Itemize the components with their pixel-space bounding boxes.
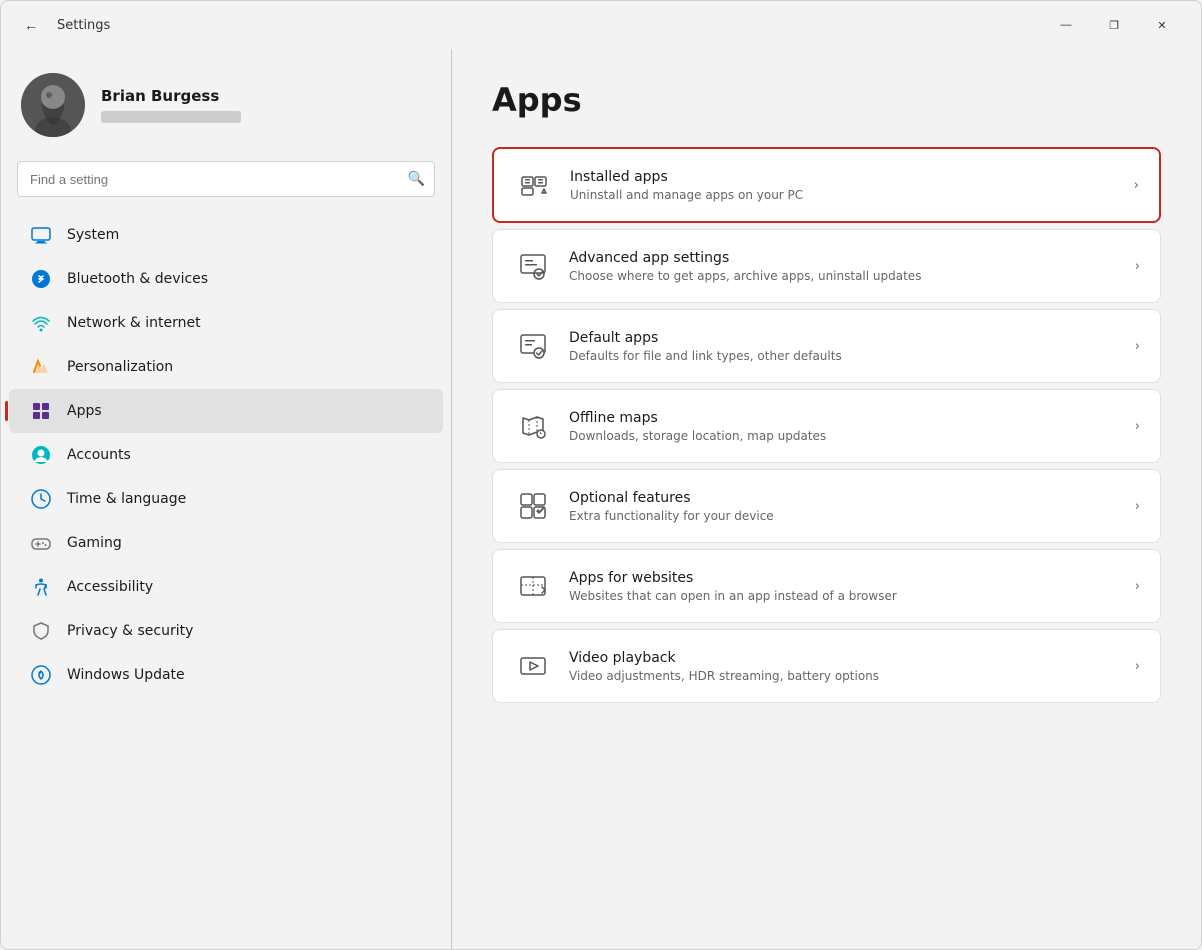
avatar [21, 73, 85, 137]
maximize-button[interactable]: ❐ [1091, 9, 1137, 41]
sidebar-label-privacy: Privacy & security [67, 623, 423, 639]
installed-apps-chevron: › [1134, 178, 1139, 193]
optional-features-title: Optional features [569, 490, 1127, 506]
user-profile: Brian Burgess [1, 57, 451, 161]
optional-features-subtitle: Extra functionality for your device [569, 509, 1127, 523]
sidebar-item-bluetooth[interactable]: Bluetooth & devices [9, 257, 443, 301]
sidebar: Brian Burgess 🔍 System [1, 49, 451, 949]
privacy-icon [29, 619, 53, 643]
update-icon [29, 663, 53, 687]
installed-apps-subtitle: Uninstall and manage apps on your PC [570, 188, 1126, 202]
offline-maps-icon [513, 406, 553, 446]
title-bar: ← Settings — ❐ ✕ [1, 1, 1201, 49]
system-icon [29, 223, 53, 247]
default-apps-title: Default apps [569, 330, 1127, 346]
avatar-image [21, 73, 85, 137]
default-apps-text: Default apps Defaults for file and link … [569, 330, 1127, 363]
video-playback-icon [513, 646, 553, 686]
sidebar-item-accessibility[interactable]: Accessibility [9, 565, 443, 609]
apps-icon [29, 399, 53, 423]
sidebar-label-gaming: Gaming [67, 535, 423, 551]
user-subtitle [101, 111, 241, 123]
installed-apps-text: Installed apps Uninstall and manage apps… [570, 169, 1126, 202]
main-layout: Brian Burgess 🔍 System [1, 49, 1201, 949]
back-button[interactable]: ← [17, 11, 45, 39]
close-button[interactable]: ✕ [1139, 9, 1185, 41]
offline-maps-title: Offline maps [569, 410, 1127, 426]
sidebar-item-gaming[interactable]: Gaming [9, 521, 443, 565]
sidebar-item-time[interactable]: Time & language [9, 477, 443, 521]
settings-window: ← Settings — ❐ ✕ [0, 0, 1202, 950]
advanced-app-settings-subtitle: Choose where to get apps, archive apps, … [569, 269, 1127, 283]
default-apps-card[interactable]: Default apps Defaults for file and link … [492, 309, 1161, 383]
personalization-icon [29, 355, 53, 379]
sidebar-label-apps: Apps [67, 403, 423, 419]
sidebar-item-apps[interactable]: Apps [9, 389, 443, 433]
sidebar-label-personalization: Personalization [67, 359, 423, 375]
video-playback-title: Video playback [569, 650, 1127, 666]
sidebar-item-privacy[interactable]: Privacy & security [9, 609, 443, 653]
content-area: Apps [452, 49, 1201, 949]
title-bar-left: ← Settings [17, 11, 1043, 39]
gaming-icon [29, 531, 53, 555]
sidebar-item-personalization[interactable]: Personalization [9, 345, 443, 389]
video-playback-subtitle: Video adjustments, HDR streaming, batter… [569, 669, 1127, 683]
accounts-icon [29, 443, 53, 467]
optional-features-text: Optional features Extra functionality fo… [569, 490, 1127, 523]
offline-maps-card[interactable]: Offline maps Downloads, storage location… [492, 389, 1161, 463]
bluetooth-icon [29, 267, 53, 291]
apps-for-websites-card[interactable]: Apps for websites Websites that can open… [492, 549, 1161, 623]
advanced-app-settings-icon [513, 246, 553, 286]
installed-apps-card[interactable]: Installed apps Uninstall and manage apps… [492, 147, 1161, 223]
video-playback-card[interactable]: Video playback Video adjustments, HDR st… [492, 629, 1161, 703]
user-name: Brian Burgess [101, 87, 241, 105]
installed-apps-icon [514, 165, 554, 205]
sidebar-item-windows-update[interactable]: Windows Update [9, 653, 443, 697]
apps-for-websites-title: Apps for websites [569, 570, 1127, 586]
offline-maps-subtitle: Downloads, storage location, map updates [569, 429, 1127, 443]
network-icon [29, 311, 53, 335]
video-playback-text: Video playback Video adjustments, HDR st… [569, 650, 1127, 683]
sidebar-label-windows-update: Windows Update [67, 667, 423, 683]
installed-apps-title: Installed apps [570, 169, 1126, 185]
page-title: Apps [492, 81, 1161, 119]
window-controls: — ❐ ✕ [1043, 9, 1185, 41]
video-playback-chevron: › [1135, 659, 1140, 674]
sidebar-label-system: System [67, 227, 423, 243]
offline-maps-chevron: › [1135, 419, 1140, 434]
default-apps-icon [513, 326, 553, 366]
advanced-app-settings-text: Advanced app settings Choose where to ge… [569, 250, 1127, 283]
apps-for-websites-chevron: › [1135, 579, 1140, 594]
user-info: Brian Burgess [101, 87, 241, 123]
optional-features-icon [513, 486, 553, 526]
settings-list: Installed apps Uninstall and manage apps… [492, 147, 1161, 703]
optional-features-card[interactable]: Optional features Extra functionality fo… [492, 469, 1161, 543]
search-input[interactable] [17, 161, 435, 197]
apps-for-websites-text: Apps for websites Websites that can open… [569, 570, 1127, 603]
sidebar-label-bluetooth: Bluetooth & devices [67, 271, 423, 287]
apps-for-websites-icon [513, 566, 553, 606]
sidebar-label-accessibility: Accessibility [67, 579, 423, 595]
advanced-app-settings-title: Advanced app settings [569, 250, 1127, 266]
search-box: 🔍 [17, 161, 435, 197]
accessibility-icon [29, 575, 53, 599]
advanced-app-settings-card[interactable]: Advanced app settings Choose where to ge… [492, 229, 1161, 303]
sidebar-item-network[interactable]: Network & internet [9, 301, 443, 345]
apps-for-websites-subtitle: Websites that can open in an app instead… [569, 589, 1127, 603]
clock-icon [29, 487, 53, 511]
sidebar-label-accounts: Accounts [67, 447, 423, 463]
offline-maps-text: Offline maps Downloads, storage location… [569, 410, 1127, 443]
sidebar-label-network: Network & internet [67, 315, 423, 331]
search-icon: 🔍 [408, 171, 425, 187]
sidebar-label-time: Time & language [67, 491, 423, 507]
optional-features-chevron: › [1135, 499, 1140, 514]
sidebar-item-system[interactable]: System [9, 213, 443, 257]
default-apps-subtitle: Defaults for file and link types, other … [569, 349, 1127, 363]
minimize-button[interactable]: — [1043, 9, 1089, 41]
window-title: Settings [57, 18, 110, 33]
sidebar-item-accounts[interactable]: Accounts [9, 433, 443, 477]
default-apps-chevron: › [1135, 339, 1140, 354]
advanced-app-settings-chevron: › [1135, 259, 1140, 274]
